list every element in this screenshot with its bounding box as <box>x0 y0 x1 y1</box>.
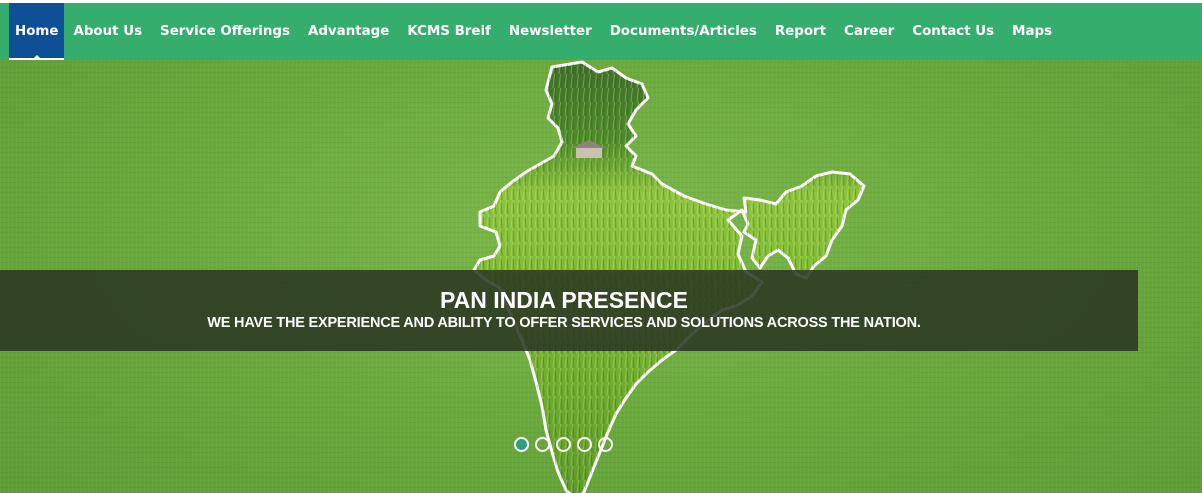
nav-item-maps[interactable]: Maps <box>1003 3 1061 60</box>
main-navigation: Home About Us Service Offerings Advantag… <box>0 3 1202 60</box>
nav-item-kcms-breif[interactable]: KCMS Breif <box>398 3 500 60</box>
nav-item-label: Newsletter <box>508 24 592 39</box>
nav-item-advantage[interactable]: Advantage <box>299 3 398 60</box>
nav-item-label: Service Offerings <box>160 24 290 39</box>
nav-list: Home About Us Service Offerings Advantag… <box>9 3 1202 60</box>
nav-item-label: Advantage <box>307 24 390 39</box>
nav-item-service-offerings[interactable]: Service Offerings <box>151 3 299 60</box>
hero-slider[interactable]: PAN INDIA PRESENCE WE HAVE THE EXPERIENC… <box>0 60 1202 493</box>
slider-dot-4[interactable] <box>577 437 592 452</box>
nav-item-career[interactable]: Career <box>835 3 903 60</box>
nav-item-newsletter[interactable]: Newsletter <box>500 3 601 60</box>
nav-item-report[interactable]: Report <box>766 3 835 60</box>
hut-icon <box>576 148 602 158</box>
slide-caption: PAN INDIA PRESENCE WE HAVE THE EXPERIENC… <box>0 270 1138 351</box>
slider-dot-5[interactable] <box>598 437 613 452</box>
nav-item-about-us[interactable]: About Us <box>64 3 151 60</box>
nav-item-home[interactable]: Home <box>9 3 65 60</box>
slider-dot-3[interactable] <box>556 437 571 452</box>
slider-pagination <box>514 437 613 452</box>
slide-title: PAN INDIA PRESENCE <box>440 287 688 313</box>
slide-subtitle: WE HAVE THE EXPERIENCE AND ABILITY TO OF… <box>207 315 921 331</box>
nav-item-label: About Us <box>73 24 143 39</box>
nav-item-label: Documents/Articles <box>609 24 757 39</box>
nav-item-label: Career <box>844 24 895 39</box>
nav-item-label: KCMS Breif <box>407 24 491 39</box>
slider-dot-2[interactable] <box>535 437 550 452</box>
nav-item-label: Home <box>15 24 59 39</box>
nav-item-label: Contact Us <box>912 24 995 39</box>
nav-item-documents-articles[interactable]: Documents/Articles <box>601 3 766 60</box>
nav-item-label: Maps <box>1012 24 1053 39</box>
page: Home About Us Service Offerings Advantag… <box>0 0 1202 493</box>
nav-item-label: Report <box>774 24 827 39</box>
slider-dot-1[interactable] <box>514 437 529 452</box>
nav-item-contact-us[interactable]: Contact Us <box>903 3 1003 60</box>
